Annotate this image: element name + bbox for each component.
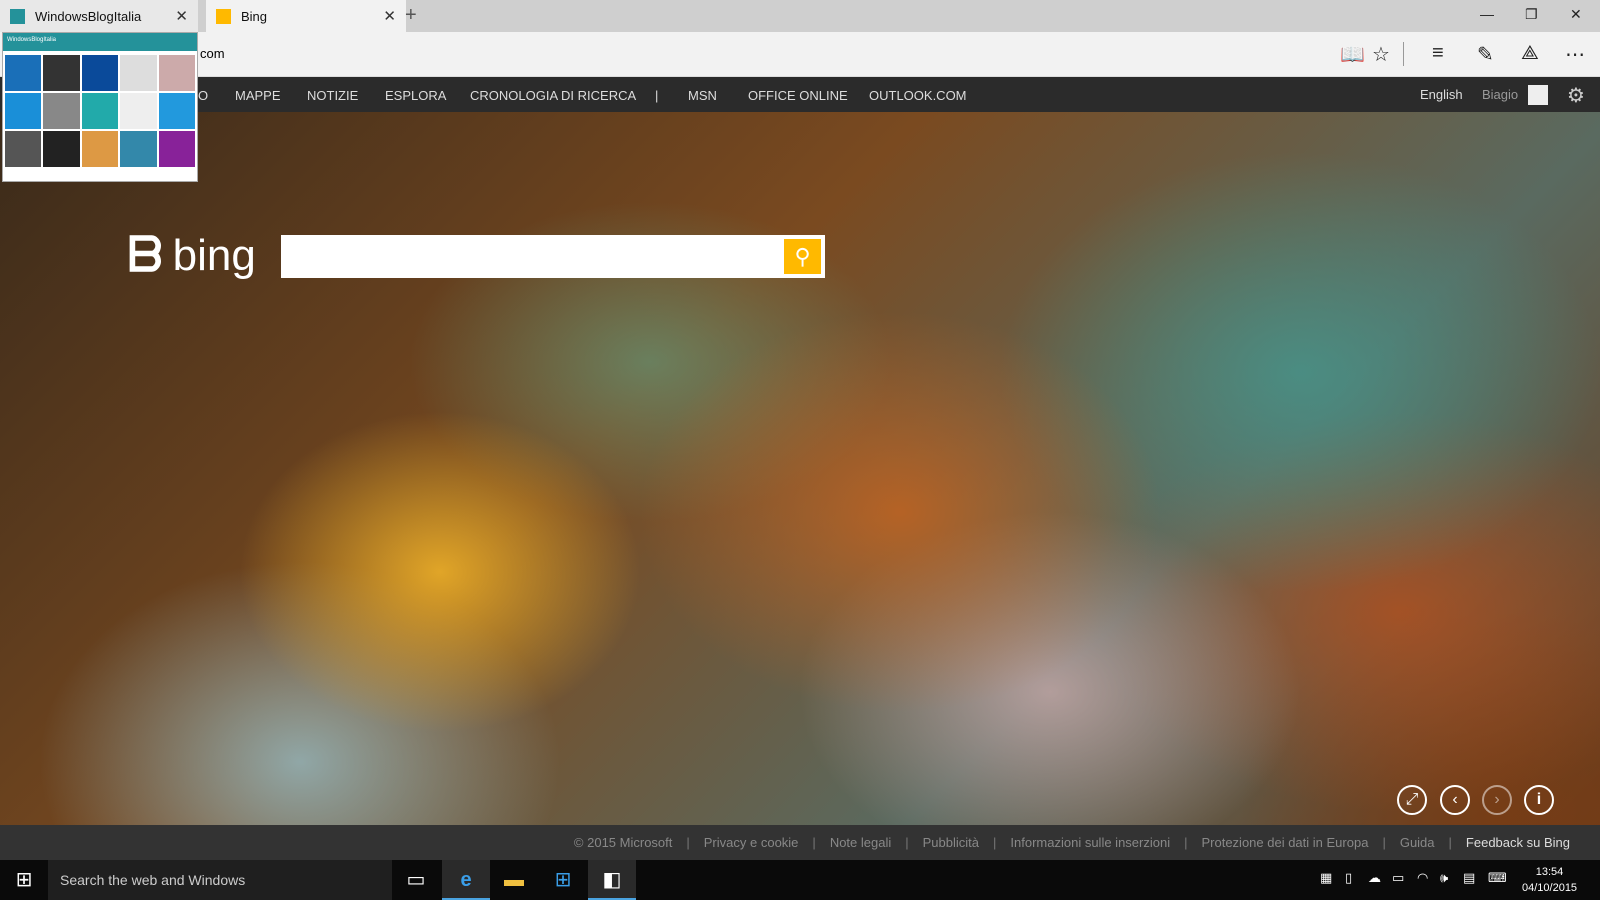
restore-button[interactable]: ❐ xyxy=(1525,6,1538,23)
search-input[interactable] xyxy=(283,237,778,276)
nav-item-notizie[interactable]: NOTIZIE xyxy=(307,88,358,103)
footer-link-legal[interactable]: Note legali xyxy=(830,835,891,850)
avatar[interactable] xyxy=(1528,85,1548,105)
tab-title: Bing xyxy=(241,8,268,24)
preview-title: WindowsBlogItalia xyxy=(3,33,197,51)
windowsblogitalia-icon xyxy=(10,8,25,24)
divider xyxy=(1403,42,1404,66)
search-button[interactable]: ⚲ xyxy=(784,239,821,274)
hub-icon[interactable]: ≡ xyxy=(1432,42,1444,65)
battery-tray-icon[interactable]: ▭ xyxy=(1392,870,1404,886)
preview-grid xyxy=(3,51,197,171)
bing-icon xyxy=(216,8,231,24)
footer-link-help[interactable]: Guida xyxy=(1400,835,1435,850)
url-text[interactable]: com xyxy=(200,46,225,61)
action-center-icon[interactable]: ▤ xyxy=(1463,870,1475,886)
taskbar-search[interactable]: Search the web and Windows xyxy=(48,860,392,900)
copyright: © 2015 Microsoft xyxy=(573,835,673,850)
file-explorer-icon[interactable]: ▬ xyxy=(490,860,538,900)
info-button[interactable]: i xyxy=(1524,785,1554,815)
task-view-icon[interactable]: ▭ xyxy=(392,860,440,900)
time: 13:54 xyxy=(1535,866,1564,878)
tab-bing[interactable]: Bing ✕ xyxy=(206,0,406,32)
background-image xyxy=(0,112,1600,825)
more-icon[interactable]: ⋯ xyxy=(1565,42,1585,67)
date: 04/10/2015 xyxy=(1522,882,1578,894)
footer: © 2015 Microsoft | Privacy e cookie | Note… xyxy=(0,825,1600,860)
nav-item[interactable]: O xyxy=(198,88,208,103)
search-icon: ⚲ xyxy=(794,244,811,269)
keyboard-tray-icon[interactable]: ⌨ xyxy=(1488,870,1507,886)
share-icon[interactable]: ⟁ xyxy=(1521,42,1539,65)
start-windows-icon[interactable]: ⊞ xyxy=(0,860,48,900)
user-name[interactable]: Biagio xyxy=(1482,87,1518,102)
footer-link-feedback[interactable]: Feedback su Bing xyxy=(1466,835,1570,850)
close-tab-icon[interactable]: ✕ xyxy=(383,7,396,25)
bing-b-icon: ᗷ xyxy=(128,229,163,282)
minimize-button[interactable]: — xyxy=(1480,6,1494,22)
tab-title: WindowsBlogItalia xyxy=(35,8,142,24)
windows-app-icon[interactable]: ◧ xyxy=(588,860,636,900)
tab-preview[interactable]: WindowsBlogItalia xyxy=(2,32,198,182)
previous-image-button[interactable]: ‹ xyxy=(1440,785,1470,815)
web-note-icon[interactable]: ✎ xyxy=(1477,42,1494,67)
fullscreen-button[interactable]: ⤢ xyxy=(1397,785,1427,815)
footer-link-privacy[interactable]: Privacy e cookie xyxy=(704,835,799,850)
new-tab-button[interactable]: + xyxy=(405,4,417,27)
nav-item-mappe[interactable]: MAPPE xyxy=(235,88,281,103)
nav-item-cronologia[interactable]: CRONOLOGIA DI RICERCA xyxy=(470,88,636,103)
nav-item-esplora[interactable]: ESPLORA xyxy=(385,88,446,103)
nav-item-office-online[interactable]: OFFICE ONLINE xyxy=(748,88,848,103)
logo-text: bing xyxy=(172,231,256,280)
close-tab-icon[interactable]: ✕ xyxy=(175,7,188,25)
footer-link-ad-info[interactable]: Informazioni sulle inserzioni xyxy=(1010,835,1170,850)
nav-separator: | xyxy=(655,88,659,103)
onedrive-tray-icon[interactable]: ☁ xyxy=(1368,870,1381,886)
search-box[interactable]: ⚲ xyxy=(281,235,825,278)
volume-tray-icon[interactable]: 🕪 xyxy=(1440,870,1448,886)
footer-link-ads[interactable]: Pubblicità xyxy=(923,835,979,850)
favorite-star-icon[interactable]: ☆ xyxy=(1372,42,1390,67)
nav-item-outlook[interactable]: OUTLOOK.COM xyxy=(869,88,967,103)
store-icon[interactable]: ⊞ xyxy=(539,860,587,900)
usb-tray-icon[interactable]: ▯ xyxy=(1345,870,1352,886)
reading-view-icon[interactable]: 📖 xyxy=(1340,42,1365,67)
settings-gear-icon[interactable]: ⚙ xyxy=(1567,83,1585,108)
next-image-button[interactable]: › xyxy=(1482,785,1512,815)
bing-logo[interactable]: ᗷ bing xyxy=(128,228,256,284)
nav-item-msn[interactable]: MSN xyxy=(688,88,717,103)
edge-icon[interactable]: e xyxy=(442,860,490,900)
calendar-tray-icon[interactable]: ▦ xyxy=(1320,870,1332,886)
close-window-button[interactable]: ✕ xyxy=(1570,6,1582,23)
wifi-tray-icon[interactable]: ◠ xyxy=(1417,870,1428,886)
clock[interactable]: 13:54 04/10/2015 xyxy=(1522,864,1577,896)
language-link[interactable]: English xyxy=(1420,87,1463,102)
tab-windowsblogitalia[interactable]: WindowsBlogItalia ✕ xyxy=(0,0,198,32)
footer-link-data-protection[interactable]: Protezione dei dati in Europa xyxy=(1201,835,1368,850)
